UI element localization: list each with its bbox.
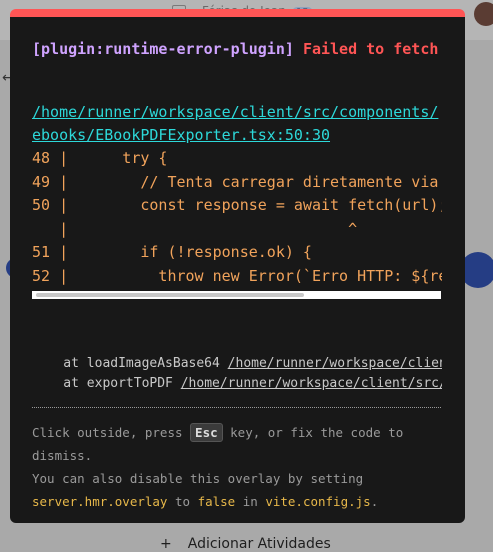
code-frame-scrollbar[interactable] [32, 291, 441, 299]
error-text: Failed to fetch [302, 40, 439, 58]
code-frame: 48 | try { 49 | // Tenta carregar direta… [32, 147, 442, 299]
dismiss-tip: Click outside, press Esc key, or fix the… [32, 423, 404, 509]
error-file-link[interactable]: /home/runner/workspace/client/src/compon… [32, 101, 442, 147]
plus-icon: + [160, 536, 172, 552]
config-value: false [197, 494, 236, 509]
avatar[interactable] [474, 2, 493, 26]
plugin-tag: [plugin:runtime-error-plugin] [32, 40, 294, 58]
esc-key-badge: Esc [190, 423, 223, 442]
config-key: server.hmr.overlay [32, 494, 168, 509]
stack-line: at exportToPDF /home/runner/workspace/cl… [32, 374, 442, 394]
error-overlay: [plugin:runtime-error-plugin] Failed to … [10, 9, 465, 523]
scrollbar-thumb[interactable] [36, 293, 304, 297]
config-file: vite.config.js [265, 494, 371, 509]
add-activities-label: Adicionar Atividades [187, 536, 331, 552]
code-frame-text: 48 | try { 49 | // Tenta carregar direta… [32, 149, 442, 285]
stack-link[interactable]: /home/runner/workspace/client/src/compon… [228, 356, 442, 371]
stack-trace: at loadImageAsBase64 /home/runner/worksp… [32, 354, 442, 394]
add-activities-button[interactable]: + Adicionar Atividades [160, 536, 331, 552]
error-message: [plugin:runtime-error-plugin] Failed to … [32, 39, 442, 60]
stack-line: at loadImageAsBase64 /home/runner/worksp… [32, 354, 442, 374]
divider [32, 407, 441, 408]
stack-link[interactable]: /home/runner/workspace/client/src/compon… [181, 376, 442, 391]
